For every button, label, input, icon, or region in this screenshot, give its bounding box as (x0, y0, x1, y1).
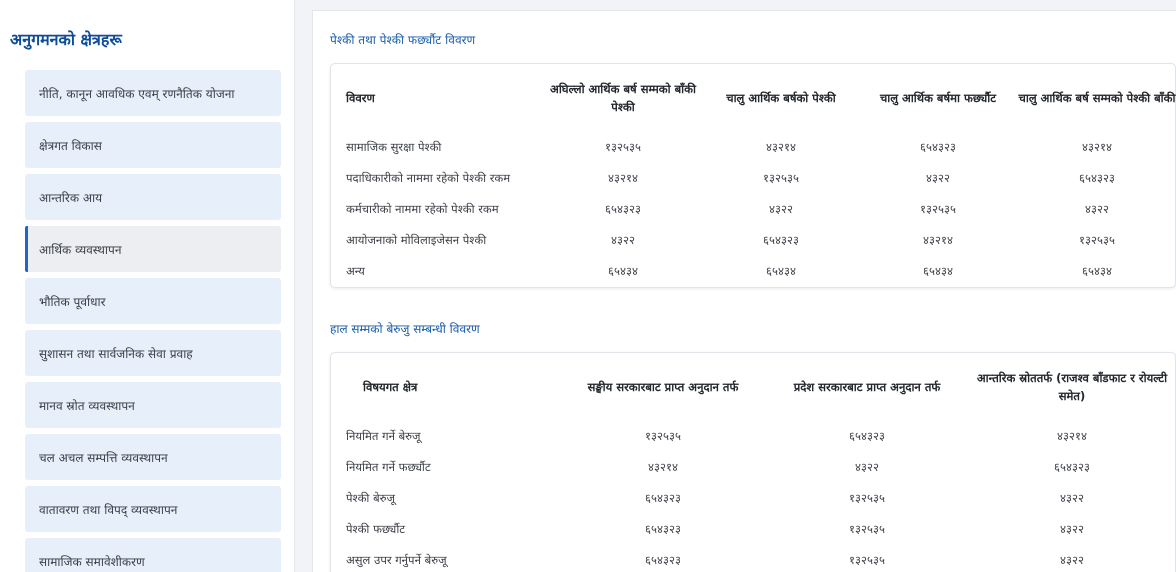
table-row: नियमित गर्ने फर्छ्यौट ४३२१४ ४३२२ ६५४३२३ (331, 452, 1176, 483)
sidebar-title: अनुगमनको क्षेत्रहरू (10, 30, 122, 49)
table-cell: पेश्की बेरुजू (346, 491, 396, 505)
table-cell: अन्य (346, 264, 365, 278)
table-row: आयोजनाको मोविलाइजेसन पेश्की ४३२२ ६५४३२३ … (331, 225, 1176, 256)
advance-table: विवरण अघिल्लो आर्थिक बर्ष सम्मको बाँकी प… (331, 64, 1176, 287)
table-header-row: विवरण अघिल्लो आर्थिक बर्ष सम्मको बाँकी प… (331, 64, 1176, 132)
table-cell: ४३२२ (769, 202, 793, 216)
table-cell: नियमित गर्ने फर्छ्यौट (346, 460, 431, 474)
table-cell: ६५४३४ (1082, 264, 1112, 278)
column-header: प्रदेश सरकारबाट प्राप्त अनुदान तर्फ (793, 380, 941, 394)
sidebar-item-social-inclusion[interactable]: सामाजिक समावेशीकरण (25, 538, 281, 572)
table-cell: ६५४३४ (608, 264, 638, 278)
table-cell: ६५४३२३ (645, 491, 681, 505)
table-row: पेश्की बेरुजू ६५४३२३ १३२५३५ ४३२२ (331, 483, 1176, 514)
table-cell: ६५४३४ (766, 264, 796, 278)
sidebar-item-environment-disaster[interactable]: वातावरण तथा विपद् व्यवस्थापन (25, 486, 281, 532)
table-cell: ६५४३२३ (605, 202, 641, 216)
table-row: सामाजिक सुरक्षा पेश्की १३२५३५ ४३२१४ ६५४३… (331, 132, 1176, 163)
table-cell: १३२५३५ (1079, 233, 1115, 247)
column-header: चालु आर्थिक बर्ष सम्मको पेश्की बाँकी (1018, 91, 1176, 105)
table-cell: ४३२१४ (648, 460, 678, 474)
table-cell: ४३२१४ (923, 233, 953, 247)
table-cell: ६५४३२३ (645, 553, 681, 567)
table-cell: ६५४३२३ (763, 233, 799, 247)
table-row: असुल उपर गर्नुपर्ने बेरुजू ६५४३२३ १३२५३५… (331, 545, 1176, 572)
sidebar-item-label: क्षेत्रगत विकास (39, 138, 102, 153)
table-cell: सामाजिक सुरक्षा पेश्की (346, 140, 442, 154)
table-cell: कर्मचारीको नाममा रहेको पेश्की रकम (346, 202, 499, 216)
sidebar-item-infrastructure[interactable]: भौतिक पूर्वाधार (25, 278, 281, 324)
table-cell: ६५४३२३ (1054, 460, 1090, 474)
table-cell: १३२५३५ (763, 171, 799, 185)
sidebar-item-label: आर्थिक व्यवस्थापन (39, 242, 122, 257)
sidebar: अनुगमनको क्षेत्रहरू नीति, कानून आवधिक एव… (0, 0, 295, 572)
advance-table-card: विवरण अघिल्लो आर्थिक बर्ष सम्मको बाँकी प… (330, 63, 1176, 288)
table-header-row: विषयगत क्षेत्र सङ्घीय सरकारबाट प्राप्त अ… (331, 353, 1176, 421)
sidebar-item-label: आन्तरिक आय (39, 190, 103, 205)
column-header: चालु आर्थिक बर्षको पेश्की (726, 91, 836, 105)
table-row: पेश्की फर्छ्यौट ६५४३२३ १३२५३५ ४३२२ (331, 514, 1176, 545)
table-row: अन्य ६५४३४ ६५४३४ ६५४३४ ६५४३४ (331, 256, 1176, 287)
table-cell: आयोजनाको मोविलाइजेसन पेश्की (346, 233, 487, 247)
table-cell: ४३२१४ (1082, 140, 1112, 154)
sidebar-item-label: मानव स्रोत व्यवस्थापन (39, 398, 135, 413)
table-cell: असुल उपर गर्नुपर्ने बेरुजू (346, 553, 447, 567)
table-cell: ४३२२ (611, 233, 635, 247)
table-cell: ४३२१४ (766, 140, 796, 154)
main-content: पेश्की तथा पेश्की फर्छ्यौट विवरण विवरण अ… (312, 10, 1176, 572)
sidebar-item-label: नीति, कानून आवधिक एवम् रणनैतिक योजना (39, 86, 235, 101)
sidebar-item-label: चल अचल सम्पत्ति व्यवस्थापन (39, 450, 168, 465)
sidebar-item-policy[interactable]: नीति, कानून आवधिक एवम् रणनैतिक योजना (25, 70, 281, 116)
table-row: कर्मचारीको नाममा रहेको पेश्की रकम ६५४३२३… (331, 194, 1176, 225)
column-header: आन्तरिक स्रोततर्फ (राजश्व बाँडफाट र रोयल… (976, 371, 1168, 403)
sidebar-item-property-management[interactable]: चल अचल सम्पत्ति व्यवस्थापन (25, 434, 281, 480)
table-cell: ४३२२ (1060, 522, 1084, 536)
column-header: विषयगत क्षेत्र (363, 380, 418, 394)
table-cell: १३२५३५ (849, 491, 885, 505)
arrears-table-card: विषयगत क्षेत्र सङ्घीय सरकारबाट प्राप्त अ… (330, 352, 1176, 572)
table-cell: ६५४३२३ (645, 522, 681, 536)
sidebar-item-internal-revenue[interactable]: आन्तरिक आय (25, 174, 281, 220)
table-cell: ४३२१४ (1057, 429, 1087, 443)
table-cell: १३२५३५ (645, 429, 681, 443)
arrears-section-title: हाल सम्मको बेरुजु सम्बन्धी विवरण (330, 322, 480, 336)
sidebar-item-label: सामाजिक समावेशीकरण (39, 554, 145, 569)
table-cell: ६५४३४ (923, 264, 953, 278)
arrears-table: विषयगत क्षेत्र सङ्घीय सरकारबाट प्राप्त अ… (331, 353, 1176, 572)
sidebar-item-human-resource[interactable]: मानव स्रोत व्यवस्थापन (25, 382, 281, 428)
table-cell: ६५४३२३ (849, 429, 885, 443)
sidebar-item-good-governance[interactable]: सुशासन तथा सार्वजनिक सेवा प्रवाह (25, 330, 281, 376)
table-cell: १३२५३५ (849, 553, 885, 567)
table-cell: १३२५३५ (605, 140, 641, 154)
column-header: अघिल्लो आर्थिक बर्ष सम्मको बाँकी पेश्की (550, 82, 696, 114)
table-cell: ४३२२ (855, 460, 879, 474)
advance-section-title: पेश्की तथा पेश्की फर्छ्यौट विवरण (330, 33, 476, 47)
table-cell: १३२५३५ (920, 202, 956, 216)
table-cell: पदाधिकारीको नाममा रहेको पेश्की रकम (346, 171, 511, 185)
table-cell: ४३२२ (1085, 202, 1109, 216)
table-cell: ६५४३२३ (1079, 171, 1115, 185)
column-header: सङ्घीय सरकारबाट प्राप्त अनुदान तर्फ (587, 380, 739, 394)
table-row: नियमित गर्ने बेरुजू १३२५३५ ६५४३२३ ४३२१४ (331, 421, 1176, 452)
table-cell: नियमित गर्ने बेरुजू (346, 429, 421, 443)
sidebar-item-sectoral-development[interactable]: क्षेत्रगत विकास (25, 122, 281, 168)
table-row: पदाधिकारीको नाममा रहेको पेश्की रकम ४३२१४… (331, 163, 1176, 194)
table-cell: ४३२१४ (608, 171, 638, 185)
sidebar-item-label: सुशासन तथा सार्वजनिक सेवा प्रवाह (39, 346, 193, 361)
sidebar-item-label: वातावरण तथा विपद् व्यवस्थापन (39, 502, 178, 517)
table-cell: ४३२२ (1060, 553, 1084, 567)
table-cell: ६५४३२३ (920, 140, 956, 154)
table-cell: ४३२२ (926, 171, 950, 185)
sidebar-item-label: भौतिक पूर्वाधार (39, 294, 106, 309)
table-cell: पेश्की फर्छ्यौट (346, 522, 406, 536)
sidebar-item-financial-management[interactable]: आर्थिक व्यवस्थापन (25, 226, 281, 272)
column-header: विवरण (346, 91, 375, 105)
column-header: चालु आर्थिक बर्षमा फर्छ्यौट (879, 91, 997, 105)
table-cell: ४३२२ (1060, 491, 1084, 505)
table-cell: १३२५३५ (849, 522, 885, 536)
